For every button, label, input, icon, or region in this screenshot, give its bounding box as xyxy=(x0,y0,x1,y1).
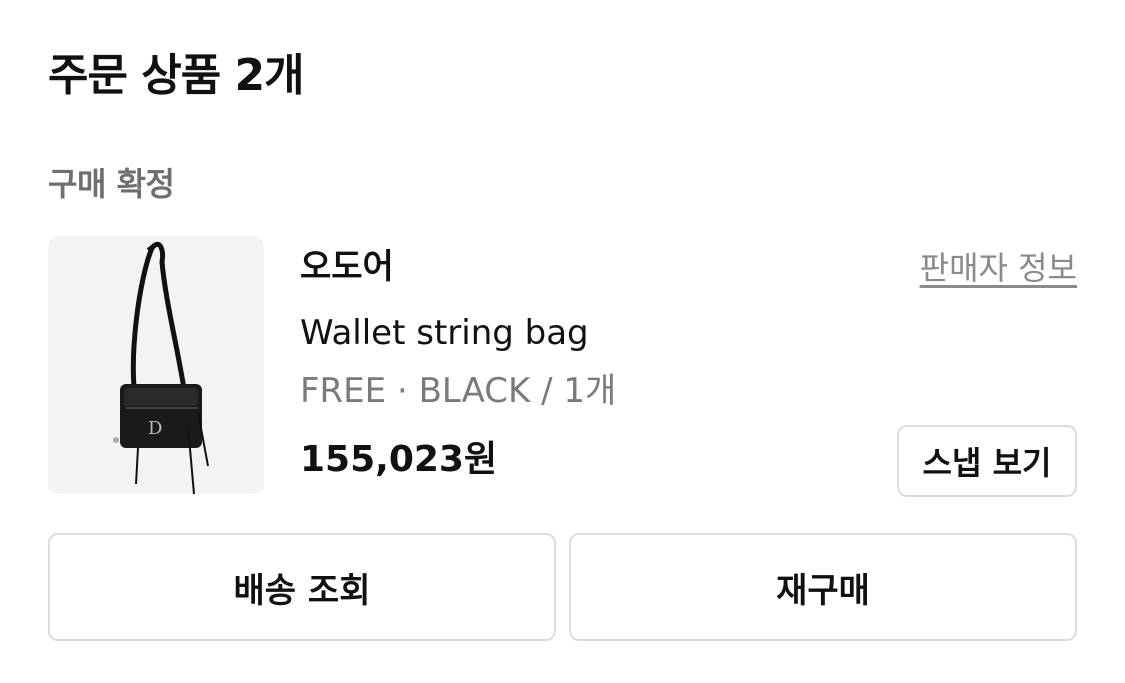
seller-info-link[interactable]: 판매자 정보 xyxy=(920,246,1077,290)
track-delivery-button[interactable]: 배송 조회 xyxy=(48,533,556,641)
brand-name[interactable]: 오도어 xyxy=(300,244,394,290)
svg-text:D: D xyxy=(148,418,162,439)
product-option: FREE · BLACK / 1개 xyxy=(300,371,617,411)
view-snap-button[interactable]: 스냅 보기 xyxy=(897,425,1077,497)
product-thumbnail[interactable]: D xyxy=(48,236,264,494)
bag-product-image: D xyxy=(113,241,209,494)
product-price: 155,023원 xyxy=(300,439,498,480)
order-status: 구매 확정 xyxy=(48,165,175,203)
product-name[interactable]: Wallet string bag xyxy=(300,310,589,356)
rebuy-button[interactable]: 재구매 xyxy=(569,533,1077,641)
page-title: 주문 상품 2개 xyxy=(48,50,305,101)
